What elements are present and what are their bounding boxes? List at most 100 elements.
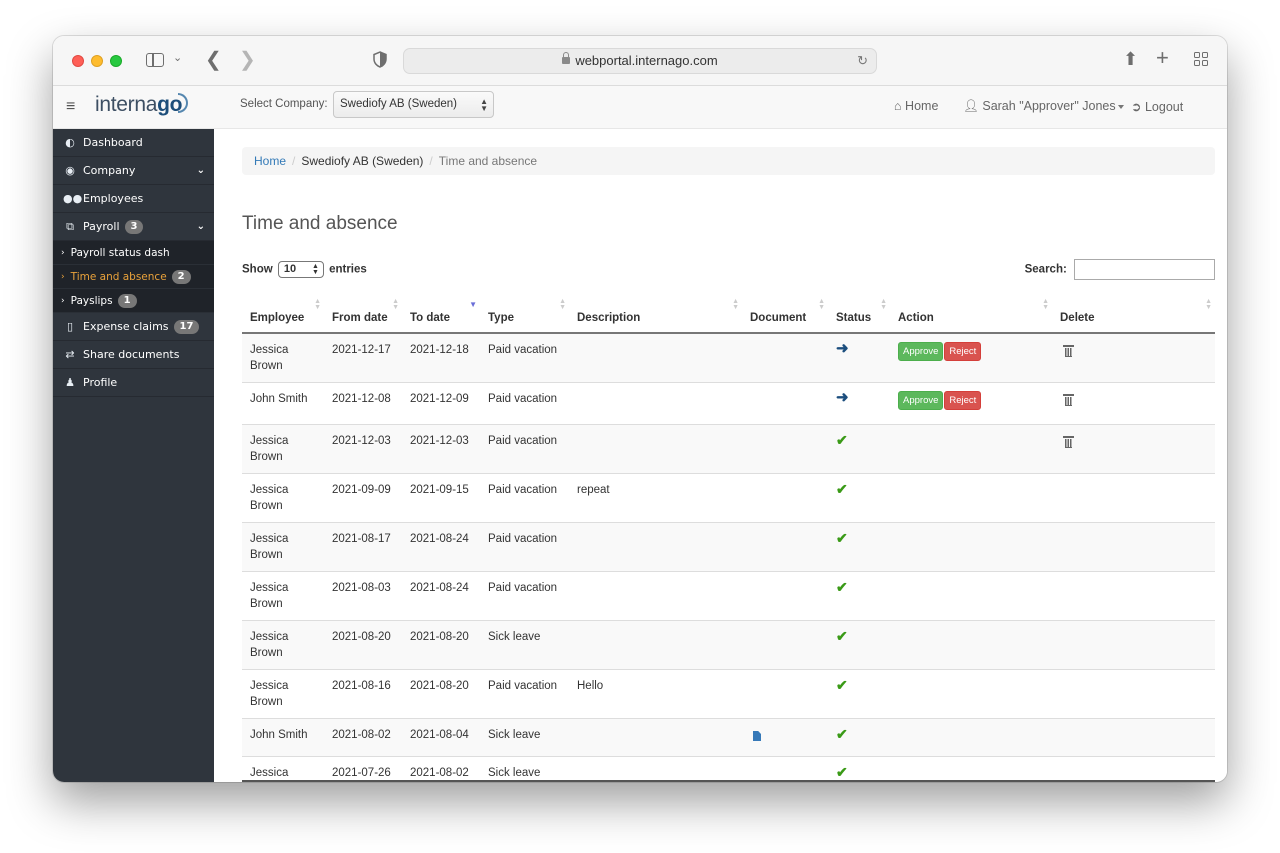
- action-cell: [890, 718, 1052, 757]
- table-body: Jessica Brown 2021-12-17 2021-12-18 Paid va…: [242, 332, 1215, 782]
- employee-cell: Jessica Brown: [242, 522, 324, 572]
- type-cell: Paid vacation: [480, 522, 569, 572]
- type-cell: Paid vacation: [480, 473, 569, 523]
- from-date-cell: 2021-08-17: [324, 522, 402, 572]
- sidebar-subitem-time-and-absence[interactable]: › Time and absence 2: [53, 265, 214, 289]
- approve-button[interactable]: Approve: [898, 342, 944, 361]
- sidebar-item-company[interactable]: ◉ Company ⌄: [53, 157, 214, 185]
- document-icon[interactable]: [753, 731, 761, 741]
- logo[interactable]: internago: [95, 93, 189, 117]
- breadcrumb-separator: /: [429, 154, 433, 168]
- nav-home-label: Home: [905, 99, 939, 113]
- employee-cell: John Smith: [242, 382, 324, 425]
- status-cell: ✔: [828, 522, 890, 572]
- main-content: Home / Swediofy AB (Sweden) / Time and absen…: [214, 129, 1227, 782]
- search-area: Search:: [1025, 259, 1215, 280]
- entries-select[interactable]: 10 ▲ ▼: [277, 261, 324, 278]
- description-cell: [569, 756, 742, 782]
- table-row: John Smith 2021-12-08 2021-12-09 Paid vacat…: [242, 382, 1215, 425]
- forward-icon[interactable]: ❯: [239, 50, 256, 70]
- breadcrumb: Home / Swediofy AB (Sweden) / Time and absen…: [242, 147, 1215, 175]
- exchange-icon: ⇄: [65, 348, 75, 361]
- approve-button[interactable]: Approve: [898, 391, 944, 410]
- user-menu[interactable]: 👤︎ Sarah "Approver" Jones: [963, 99, 1124, 114]
- breadcrumb-company[interactable]: Swediofy AB (Sweden): [301, 154, 423, 168]
- minimize-window-button[interactable]: [91, 55, 103, 67]
- table-bottom-border: [242, 780, 1215, 782]
- menu-icon[interactable]: ≡: [66, 98, 75, 116]
- column-header-from-date[interactable]: From date ▲ ▼: [324, 289, 402, 334]
- action-cell: [890, 756, 1052, 782]
- zoom-window-button[interactable]: [110, 55, 122, 67]
- column-header-delete[interactable]: Delete ▲ ▼: [1052, 289, 1215, 334]
- column-header-type[interactable]: Type ▲ ▼: [480, 289, 569, 334]
- search-input[interactable]: [1074, 259, 1215, 280]
- sidebar-item-dashboard[interactable]: ◐ Dashboard: [53, 129, 214, 157]
- sidebar-item-profile[interactable]: ♟ Profile: [53, 369, 214, 397]
- sidebar-toggle-icon[interactable]: [146, 53, 164, 67]
- sidebar-subitem-payslips[interactable]: › Payslips 1: [53, 289, 214, 313]
- table-row: John Smith 2021-08-02 2021-08-04 Sick leave…: [242, 718, 1215, 757]
- share-icon[interactable]: ⬆: [1123, 50, 1138, 68]
- receipt-icon: ▯: [66, 320, 74, 333]
- back-icon[interactable]: ❮: [205, 50, 222, 70]
- check-icon: ✔: [836, 628, 848, 644]
- logo-swirl-icon: [178, 93, 189, 114]
- from-date-cell: 2021-08-20: [324, 620, 402, 670]
- caret-down-icon: [1117, 104, 1124, 109]
- chevron-right-icon: ›: [61, 271, 65, 282]
- employee-cell: Jessica Brown: [242, 473, 324, 523]
- to-date-cell: 2021-08-20: [402, 620, 480, 670]
- nav-home-link[interactable]: ⌂ Home: [894, 99, 938, 113]
- from-date-cell: 2021-12-08: [324, 382, 402, 425]
- new-tab-icon[interactable]: +: [1156, 47, 1169, 69]
- close-window-button[interactable]: [72, 55, 84, 67]
- type-cell: Sick leave: [480, 718, 569, 757]
- sort-both-icon: ▲ ▼: [1205, 298, 1212, 311]
- select-arrows-icon: ▲ ▼: [480, 97, 488, 113]
- column-header-status[interactable]: Status ▲ ▼: [828, 289, 890, 334]
- sidebar-item-payroll[interactable]: ⧉ Payroll 3 ⌄: [53, 213, 214, 241]
- logout-link[interactable]: ➲ Logout: [1131, 99, 1183, 114]
- from-date-cell: 2021-12-17: [324, 332, 402, 383]
- select-company-label: Select Company:: [240, 98, 328, 110]
- trash-icon[interactable]: [1063, 394, 1074, 406]
- reject-button[interactable]: Reject: [944, 391, 982, 410]
- action-cell: [890, 522, 1052, 572]
- column-header-description[interactable]: Description ▲ ▼: [569, 289, 742, 334]
- address-bar[interactable]: webportal.internago.com ↻: [403, 48, 877, 74]
- type-cell: Sick leave: [480, 756, 569, 782]
- type-cell: Paid vacation: [480, 424, 569, 474]
- to-date-cell: 2021-08-04: [402, 718, 480, 757]
- column-header-label: Status: [836, 312, 872, 324]
- sidebar-item-employees[interactable]: ●● Employees: [53, 185, 214, 213]
- sidebar-item-share-documents[interactable]: ⇄ Share documents: [53, 341, 214, 369]
- tab-overview-icon[interactable]: [1194, 52, 1209, 67]
- column-header-to-date[interactable]: To date ▼: [402, 289, 480, 334]
- reject-button[interactable]: Reject: [944, 342, 982, 361]
- breadcrumb-home[interactable]: Home: [254, 154, 286, 168]
- column-header-label: Document: [750, 312, 807, 324]
- description-cell: [569, 522, 742, 572]
- sort-both-icon: ▲ ▼: [314, 298, 321, 311]
- company-select[interactable]: Swediofy AB (Sweden) ▲ ▼: [333, 91, 494, 118]
- sidebar-item-expense-claims[interactable]: ▯ Expense claims 17: [53, 313, 214, 341]
- column-header-action[interactable]: Action ▲ ▼: [890, 289, 1052, 334]
- sidebar-item-label: Employees: [83, 192, 144, 205]
- status-cell: ✔: [828, 473, 890, 523]
- column-header-employee[interactable]: Employee ▲ ▼: [242, 289, 324, 334]
- sidebar-subitem-payroll-status-dash[interactable]: › Payroll status dash: [53, 241, 214, 265]
- user-icon: ♟: [65, 376, 75, 389]
- time-absence-badge: 2: [171, 269, 191, 284]
- shield-icon[interactable]: [373, 51, 387, 68]
- reload-icon[interactable]: ↻: [857, 49, 868, 73]
- trash-icon[interactable]: [1063, 345, 1074, 357]
- table-row: Jessica Brown 2021-08-03 2021-08-24 Paid va…: [242, 571, 1215, 621]
- column-header-document[interactable]: Document ▲ ▼: [742, 289, 828, 334]
- check-icon: ✔: [836, 677, 848, 693]
- sidebar: ◐ Dashboard ◉ Company ⌄ ●● Employees ⧉ P…: [53, 129, 214, 782]
- sort-both-icon: ▲ ▼: [392, 298, 399, 311]
- chevron-down-icon[interactable]: ⌄: [173, 53, 182, 64]
- trash-icon[interactable]: [1063, 436, 1074, 448]
- absence-table: Employee ▲ ▼ From date ▲ ▼ To date ▼ Type ▲ ▼ Descr…: [242, 289, 1215, 782]
